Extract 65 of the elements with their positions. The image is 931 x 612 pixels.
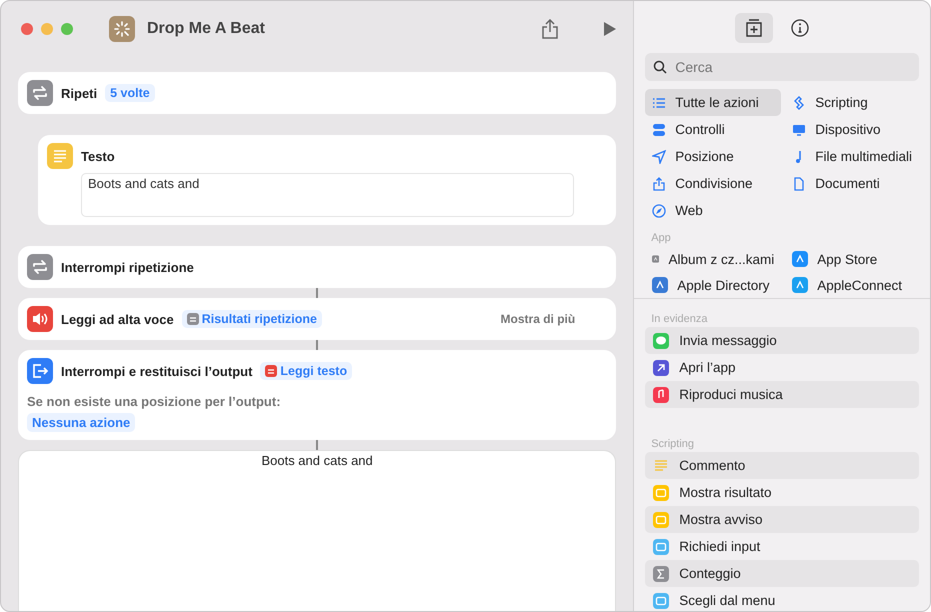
app-icon <box>792 277 808 293</box>
category-item[interactable]: Posizione <box>645 143 782 170</box>
action-item[interactable]: Mostra avviso <box>645 506 919 533</box>
action-title: Interrompi e restituisci l’output <box>61 364 252 378</box>
category-item[interactable]: Tutte le azioni <box>645 89 782 116</box>
action-item[interactable]: Conteggio <box>645 560 919 587</box>
action-title: Ripeti <box>61 86 98 100</box>
app-item[interactable]: AppleConnect <box>785 272 919 298</box>
category-item[interactable]: Documenti <box>785 170 919 197</box>
music-icon <box>653 386 670 402</box>
option-label: Se non esiste una posizione per l’output: <box>27 394 282 409</box>
action-item[interactable]: Mostra risultato <box>645 479 919 506</box>
action-item[interactable]: Scegli dal menu <box>645 587 919 611</box>
section-heading: App <box>650 231 672 246</box>
web-icon <box>652 204 666 218</box>
add-action-icon <box>745 19 764 37</box>
comment-icon <box>653 458 670 474</box>
alert-icon <box>653 512 670 528</box>
app-icon <box>792 251 808 267</box>
document-icon <box>792 176 806 190</box>
section-heading: In evidenza <box>650 312 708 327</box>
action-title: Testo <box>81 148 115 164</box>
category-item[interactable]: Scripting <box>785 89 919 116</box>
location-icon <box>652 150 666 164</box>
app-item[interactable]: App Store <box>785 246 919 272</box>
category-item[interactable]: Dispositivo <box>785 116 919 143</box>
action-item[interactable]: Commento <box>645 452 919 479</box>
action-title: Interrompi ripetizione <box>61 260 194 274</box>
share-icon[interactable] <box>541 19 560 39</box>
search-field[interactable]: Cerca <box>645 53 919 81</box>
text-lines-icon <box>47 143 73 169</box>
count-icon <box>653 566 670 582</box>
app-item[interactable]: Apple Directory <box>645 272 782 298</box>
close-button[interactable] <box>21 23 33 35</box>
scripting-icon <box>792 96 806 110</box>
category-item[interactable]: Web <box>645 197 782 224</box>
text-field[interactable]: Boots and cats and <box>81 173 574 217</box>
shortcut-icon <box>109 16 135 42</box>
share-icon <box>652 176 666 190</box>
category-item[interactable]: Controlli <box>645 116 782 143</box>
preview-text: Boots and cats and <box>261 453 373 468</box>
list-icon <box>652 96 666 110</box>
action-item[interactable]: Apri l’app <box>645 354 919 381</box>
play-icon[interactable] <box>603 21 618 37</box>
show-more-link[interactable]: Mostra di più <box>500 312 576 326</box>
device-icon <box>792 122 806 136</box>
exit-icon <box>27 358 53 384</box>
info-icon <box>791 19 810 37</box>
open-app-icon <box>653 360 670 376</box>
app-item[interactable]: Album z cz...kami <box>645 246 782 272</box>
action-title: Leggi ad alta voce <box>61 312 174 326</box>
action-item[interactable]: Richiedi input <box>645 533 919 560</box>
controls-icon <box>652 122 666 136</box>
section-heading: Scripting <box>650 437 696 452</box>
result-icon <box>653 484 670 500</box>
window-title: Drop Me A Beat <box>147 20 265 38</box>
app-icon <box>652 277 668 293</box>
action-item[interactable]: Riproduci musica <box>645 381 919 408</box>
category-item[interactable]: Condivisione <box>645 170 782 197</box>
category-item[interactable]: File multimediali <box>785 143 919 170</box>
action-item[interactable]: Invia messaggio <box>645 327 919 354</box>
library-tab[interactable] <box>735 13 774 43</box>
message-icon <box>653 332 670 348</box>
input-icon <box>653 538 670 554</box>
menu-icon <box>653 592 670 608</box>
